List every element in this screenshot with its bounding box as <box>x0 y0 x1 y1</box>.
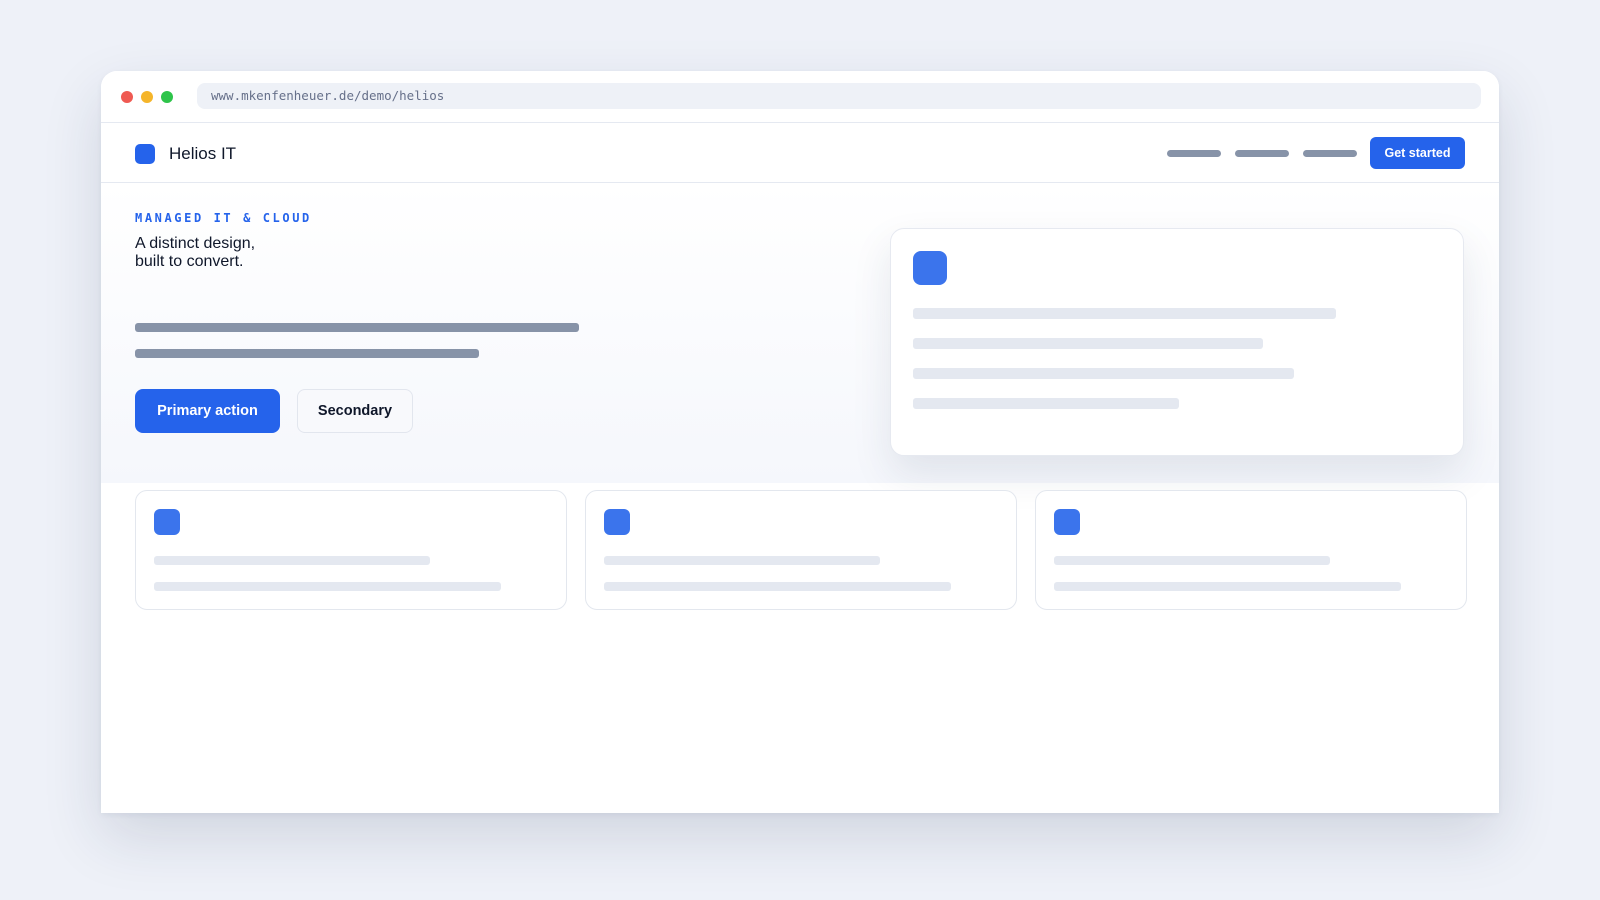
hero-text-placeholder-1 <box>135 323 579 332</box>
nav-link-placeholder-1[interactable] <box>1167 150 1221 157</box>
feature-card-icon <box>154 509 180 535</box>
feature-line-placeholder-2 <box>1054 582 1401 591</box>
maximize-icon[interactable] <box>161 91 173 103</box>
nav-link-placeholder-3[interactable] <box>1303 150 1357 157</box>
feature-line-placeholder-1 <box>154 556 430 565</box>
preview-card-icon <box>913 251 947 285</box>
hero-headline-line-2: built to convert. <box>135 253 244 270</box>
preview-line-placeholder-4 <box>913 398 1179 409</box>
feature-card-1 <box>135 490 567 610</box>
secondary-button[interactable]: Secondary <box>297 389 413 433</box>
preview-line-placeholder-2 <box>913 338 1263 349</box>
hero-headline: A distinct design, built to convert. <box>135 235 255 271</box>
address-bar[interactable]: www.mkenfenheuer.de/demo/helios <box>197 83 1481 109</box>
preview-line-placeholder-1 <box>913 308 1336 319</box>
brand-name[interactable]: Helios IT <box>169 143 236 165</box>
feature-line-placeholder-2 <box>154 582 501 591</box>
feature-card-3 <box>1035 490 1467 610</box>
feature-line-placeholder-1 <box>604 556 880 565</box>
hero-headline-line-1: A distinct design, <box>135 235 256 252</box>
feature-line-placeholder-2 <box>604 582 951 591</box>
primary-action-button[interactable]: Primary action <box>135 389 280 433</box>
site-navbar: Helios IT Get started <box>101 123 1499 183</box>
feature-card-2 <box>585 490 1017 610</box>
feature-line-placeholder-1 <box>1054 556 1330 565</box>
hero-preview-card <box>890 228 1464 456</box>
minimize-icon[interactable] <box>141 91 153 103</box>
close-icon[interactable] <box>121 91 133 103</box>
logo-icon[interactable] <box>135 144 155 164</box>
feature-card-icon <box>604 509 630 535</box>
nav-link-placeholder-2[interactable] <box>1235 150 1289 157</box>
browser-titlebar: www.mkenfenheuer.de/demo/helios <box>101 71 1499 123</box>
get-started-button[interactable]: Get started <box>1370 137 1465 169</box>
hero-eyebrow: MANAGED IT & CLOUD <box>135 211 312 225</box>
hero-text-placeholder-2 <box>135 349 479 358</box>
feature-card-icon <box>1054 509 1080 535</box>
preview-line-placeholder-3 <box>913 368 1294 379</box>
browser-window: www.mkenfenheuer.de/demo/helios Helios I… <box>101 71 1499 813</box>
